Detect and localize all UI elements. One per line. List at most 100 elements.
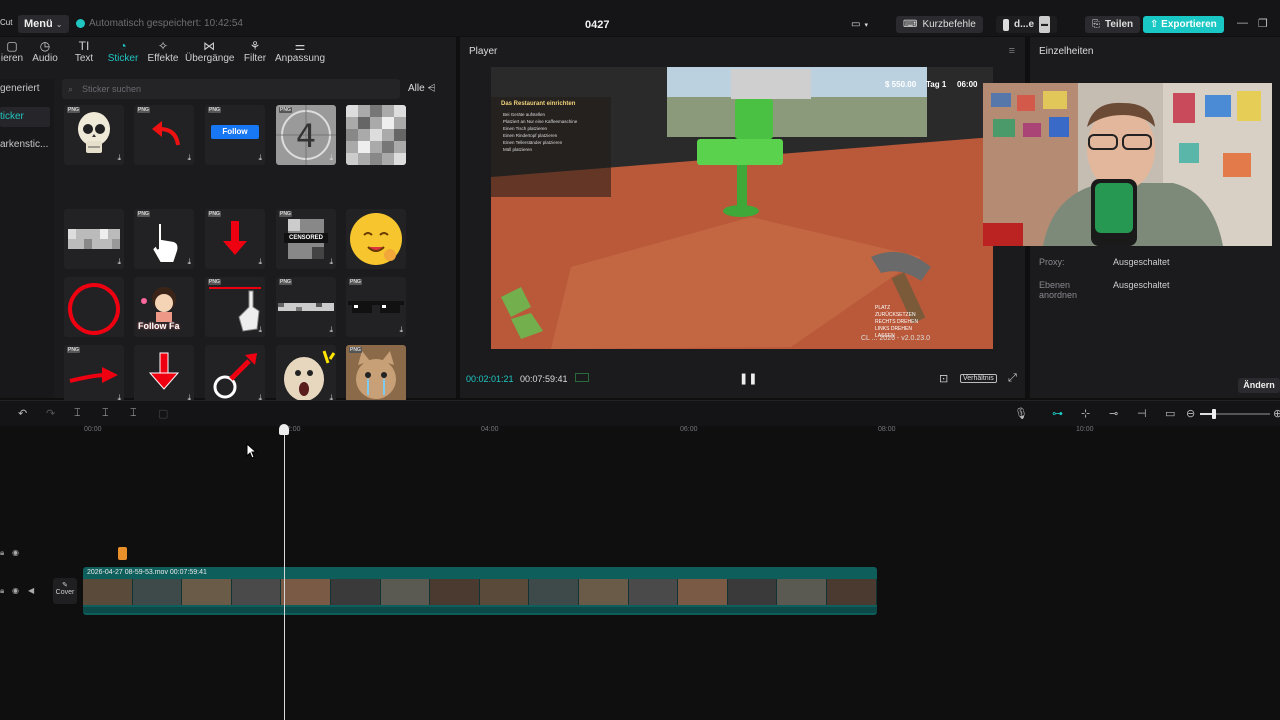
shortcuts-button[interactable]: ⌨ Kurzbefehle — [896, 16, 983, 33]
preview-axis-icon[interactable]: ⊣ — [1137, 407, 1147, 420]
eye-icon[interactable]: ◉ — [12, 548, 19, 557]
screenshot-icon[interactable]: ⊡ — [939, 372, 948, 385]
category-item[interactable]: arkenstic... — [0, 135, 50, 155]
download-icon[interactable]: ⤓ — [329, 257, 333, 267]
maximize-icon[interactable]: ❐ — [1258, 17, 1268, 30]
tab-filter[interactable]: ⚘ Filter — [241, 39, 269, 64]
timeline-ruler[interactable]: 00:00 02:00 04:00 06:00 08:00 10:00 — [0, 426, 1280, 438]
filter-dropdown[interactable]: Alle ⩤ — [408, 79, 435, 99]
export-label: Exportieren — [1161, 19, 1217, 30]
red-curved-arrow-sticker[interactable]: PNG ⤓ — [134, 105, 194, 165]
detail-value: Ausgeschaltet — [1113, 280, 1170, 290]
crying-cat-sticker[interactable]: PNG — [346, 345, 406, 405]
magnet-link-icon[interactable]: ⊶ — [1052, 407, 1063, 420]
pixel-censor-sticker[interactable] — [346, 105, 406, 165]
zoom-in-icon[interactable]: ⊕ — [1273, 407, 1280, 420]
circle-arrow-sticker[interactable]: ⤓ — [205, 345, 265, 405]
lock-icon[interactable]: 🔒︎ — [0, 548, 4, 558]
split-left-icon[interactable]: ⌶ — [102, 407, 109, 420]
tab-import[interactable]: ▢ ieren — [0, 39, 24, 64]
speaker-icon[interactable]: ◀ — [28, 586, 34, 595]
countdown-4-sticker[interactable]: 4 PNG ⤓ — [276, 105, 336, 165]
png-badge: PNG — [137, 211, 150, 217]
category-item[interactable]: generiert — [0, 79, 50, 99]
tab-text[interactable]: TI Text — [72, 39, 96, 64]
category-item[interactable]: ticker — [0, 107, 50, 127]
download-icon[interactable]: ⤓ — [187, 153, 191, 163]
download-icon[interactable]: ⤓ — [117, 257, 121, 267]
redo-icon[interactable]: ↷ — [46, 407, 55, 420]
autosave-text: Automatisch gespeichert: 10:42:54 — [89, 18, 243, 29]
clip-thumbnail — [231, 579, 282, 605]
chevron-down-icon: ⌄ — [55, 20, 63, 29]
quest-item: Einen Tisch platzieren — [503, 126, 548, 131]
share-icon: ⎘ — [1092, 19, 1100, 30]
lock-icon[interactable]: 🔒︎ — [0, 586, 4, 596]
zoom-out-icon[interactable]: ⊖ — [1186, 407, 1195, 420]
cover-button[interactable]: ✎ Cover — [53, 578, 77, 604]
download-icon[interactable]: ⤓ — [187, 257, 191, 267]
red-right-arrow-sticker[interactable]: PNG ⤓ — [64, 345, 124, 405]
layout-menu[interactable]: ▭ ▾ — [851, 16, 868, 33]
undo-icon[interactable]: ↶ — [18, 407, 27, 420]
link-icon[interactable]: ⊸ — [1109, 407, 1118, 420]
censored-sticker[interactable]: CENSORED PNG ⤓ — [276, 209, 336, 269]
emoji-yum-sticker[interactable] — [346, 209, 406, 269]
download-icon[interactable]: ⤓ — [258, 257, 262, 267]
share-button[interactable]: ⎘ Teilen — [1085, 16, 1141, 33]
marker[interactable] — [118, 547, 127, 560]
hand-cursor-icon — [150, 222, 180, 264]
ruler-tick: 04:00 — [481, 426, 499, 433]
playhead-handle[interactable] — [279, 424, 289, 435]
surprised-dog-sticker[interactable]: ⤓ — [276, 345, 336, 405]
video-clip[interactable]: 2026-04-27 08-59-53.mov 00:07:59:41 — [83, 567, 877, 615]
download-icon[interactable]: ⤓ — [399, 325, 403, 335]
player-title: Player — [469, 46, 498, 57]
tab-adjust[interactable]: ⚌ Anpassung — [275, 39, 325, 64]
microphone-icon[interactable]: 🎙︎ — [1014, 407, 1028, 420]
follow-button-sticker[interactable]: Follow PNG ⤓ — [205, 105, 265, 165]
download-icon[interactable]: ⤓ — [329, 325, 333, 335]
split-right-icon[interactable]: ⌶ — [130, 407, 137, 420]
red-down-arrow2-sticker[interactable]: ⤓ — [134, 345, 194, 405]
snap-icon[interactable]: ⊹ — [1081, 407, 1090, 420]
tab-transitions[interactable]: ⋈ Übergänge — [185, 39, 234, 64]
blur-bar-sticker[interactable]: ⤓ — [64, 209, 124, 269]
tab-sticker[interactable]: ◔ Sticker — [106, 39, 140, 64]
split-icon[interactable]: ⌶ — [74, 407, 81, 420]
quest-item: Einen Rindertopf platzieren — [503, 133, 558, 138]
delete-icon[interactable]: ▢ — [158, 407, 168, 420]
red-down-arrow-sticker[interactable]: PNG ⤓ — [205, 209, 265, 269]
tab-audio[interactable]: ◷ Audio — [31, 39, 59, 64]
download-icon[interactable]: ⤓ — [117, 153, 121, 163]
ratio-button[interactable]: Verhältnis — [960, 374, 997, 383]
clip-thumbnail — [777, 579, 827, 605]
export-button[interactable]: ⇧ Exportieren — [1143, 16, 1224, 33]
menu-icon[interactable]: ≡ — [1009, 45, 1015, 57]
menu-button[interactable]: Menü ⌄ — [18, 15, 69, 33]
pointing-finger-sticker[interactable]: PNG ⤓ — [205, 277, 265, 337]
caption-icon[interactable]: ▭ — [1165, 407, 1175, 420]
red-circle-sticker[interactable] — [64, 277, 124, 337]
download-icon[interactable]: ⤓ — [329, 153, 333, 163]
project-title[interactable]: 0427 — [585, 19, 609, 31]
download-icon[interactable]: ⤓ — [258, 153, 262, 163]
search-input[interactable]: ⌕ Sticker suchen — [62, 79, 400, 99]
user-menu[interactable]: d...e ▬ — [996, 16, 1058, 33]
clip-thumbnail — [330, 579, 381, 605]
pixel-sunglasses-sticker[interactable]: PNG ⤓ — [346, 277, 406, 337]
fullscreen-icon[interactable]: ⤢ — [1008, 372, 1017, 385]
video-preview[interactable]: Das Restaurant einrichten Bei Geräte auf… — [491, 67, 993, 349]
zoom-slider[interactable] — [1200, 409, 1270, 419]
pixel-bar-sticker[interactable]: PNG ⤓ — [276, 277, 336, 337]
playhead[interactable] — [284, 426, 285, 720]
tab-effects[interactable]: ✧ Effekte — [147, 39, 179, 64]
hand-cursor-sticker[interactable]: PNG ⤓ — [134, 209, 194, 269]
change-button[interactable]: Ändern — [1238, 378, 1280, 393]
skull-sticker[interactable]: PNG ⤓ — [64, 105, 124, 165]
pause-icon[interactable]: ❚❚ — [739, 372, 757, 385]
eye-icon[interactable]: ◉ — [12, 586, 19, 595]
girl-follow-sticker[interactable]: Follow Fa — [134, 277, 194, 337]
download-icon[interactable]: ⤓ — [258, 325, 262, 335]
minimize-icon[interactable]: — — [1237, 17, 1248, 29]
